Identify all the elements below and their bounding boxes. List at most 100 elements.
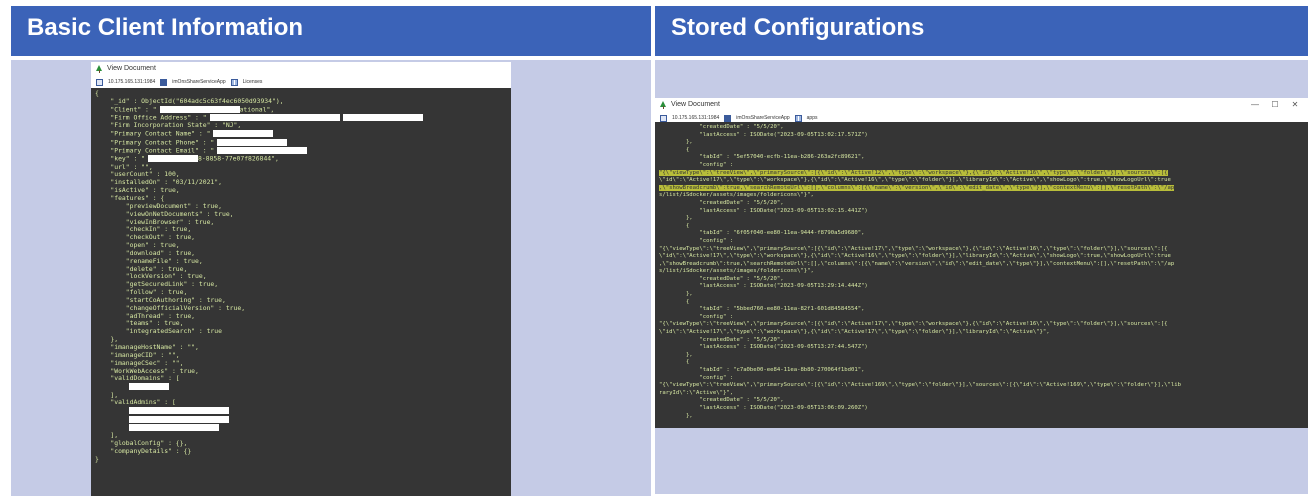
code-text: "lastAccess" : ISODate("2023-09-05T13:06… xyxy=(659,404,868,411)
code-line: s/list/iSdocker/assets/images/foldericon… xyxy=(659,268,1304,276)
code-text: "config" : xyxy=(659,313,734,320)
code-line: "createdDate" : "5/5/20", xyxy=(659,337,1304,345)
code-line: "tabId" : "5ef57040-ecfb-11ea-b286-263a2… xyxy=(659,154,1304,162)
code-text: "Primary Contact Phone" : " xyxy=(95,138,215,147)
code-text: "adThread" : true, xyxy=(95,311,196,320)
code-text: "userCount" : 100, xyxy=(95,170,180,179)
code-text: "validAdmins" : [ xyxy=(95,398,176,407)
code-text: "createdDate" : "5/5/20", xyxy=(659,397,784,404)
code-text: "checkIn" : true, xyxy=(95,225,192,234)
collection-icon xyxy=(794,114,802,122)
code-text: "createdDate" : "5/5/20", xyxy=(659,124,784,130)
code-line: { xyxy=(659,359,1304,367)
close-button[interactable]: ✕ xyxy=(1290,98,1300,112)
code-text: "viewInBrowser" : true, xyxy=(95,217,215,226)
code-line: \"id\":\"Active!17\",\"type\":\"workspac… xyxy=(659,329,1304,337)
code-line xyxy=(95,423,507,432)
document-json-viewer[interactable]: { "_id" : ObjectId("604adc5c63f4ec6050d9… xyxy=(91,88,511,496)
code-line: }, xyxy=(659,413,1304,421)
code-text: s/list/iSdocker/assets/images/foldericon… xyxy=(659,192,814,199)
code-line: "tabId" : "c7a0be00-ee84-11ea-8b80-27006… xyxy=(659,367,1304,375)
right-panel: View Document — ☐ ✕ 10.175.165.131:1984 … xyxy=(655,60,1308,494)
code-line: "Primary Contact Email" : " xyxy=(95,146,507,155)
code-text: "config" : xyxy=(659,374,734,381)
redaction-box xyxy=(209,114,340,122)
code-text: }, xyxy=(95,335,119,344)
tab-server[interactable]: 10.175.165.131:1984 xyxy=(108,79,155,85)
code-text: "isActive" : true, xyxy=(95,186,180,195)
code-text: "open" : true, xyxy=(95,241,180,250)
code-text: "tabId" : "5ef57040-ecfb-11ea-b286-263a2… xyxy=(659,154,865,161)
code-text: "getSecuredLink" : true, xyxy=(95,280,219,289)
code-line: "lastAccess" : ISODate("2023-09-05T13:06… xyxy=(659,405,1304,413)
code-text: ], xyxy=(95,431,119,440)
code-line: "createdDate" : "5/5/20", xyxy=(659,124,1304,132)
redaction-box xyxy=(128,383,169,391)
code-line: ,\"showBreadcrumb\":true,\"searchRemoteU… xyxy=(659,261,1304,269)
tab-server[interactable]: 10.175.165.131:1984 xyxy=(672,115,719,121)
code-text: "globalConfig" : {}, xyxy=(95,439,188,448)
code-text: "url" : "", xyxy=(95,162,153,171)
code-text: "Client" : " xyxy=(95,105,157,114)
tab-database[interactable]: imOnsShareServiceApp xyxy=(172,79,225,85)
redaction-box xyxy=(128,407,229,415)
window-controls: — ☐ ✕ xyxy=(1250,98,1308,112)
redaction-box xyxy=(342,114,423,122)
code-text: "lastAccess" : ISODate("2023-09-05T13:27… xyxy=(659,344,868,351)
code-text: "{\"viewType\":\"treeView\",\"primarySou… xyxy=(659,321,1168,328)
code-line: }, xyxy=(659,291,1304,299)
code-text: }, xyxy=(659,351,693,358)
code-text: }, xyxy=(659,215,693,222)
collection-icon xyxy=(230,78,238,86)
code-line: \"id\":\"Active!17\",\"type\":\"workspac… xyxy=(659,253,1304,261)
redaction-box xyxy=(213,130,274,138)
code-text: s/list/iSdocker/assets/images/foldericon… xyxy=(659,268,814,275)
redaction-box xyxy=(128,423,219,431)
code-text: { xyxy=(659,222,690,229)
code-line: { xyxy=(659,299,1304,307)
window-titlebar: View Document xyxy=(91,62,511,76)
code-line: "{\"viewType\":\"treeView\",\"primarySou… xyxy=(659,321,1304,329)
code-line: "createdDate" : "5/5/20", xyxy=(659,397,1304,405)
code-line: "tabId" : "6f05f040-ee80-11ea-9444-f8790… xyxy=(659,230,1304,238)
code-text: "imanageCSec" : "", xyxy=(95,358,184,367)
section-header-basic-client-info: Basic Client Information xyxy=(11,6,651,56)
code-line xyxy=(95,415,507,424)
tab-collection[interactable]: apps xyxy=(807,115,818,121)
window-title: View Document xyxy=(107,65,156,72)
tab-database[interactable]: imOnsShareServiceApp xyxy=(736,115,789,121)
code-text: }, xyxy=(659,291,693,298)
code-line: "lastAccess" : ISODate("2023-09-05T13:02… xyxy=(659,132,1304,140)
redaction-box xyxy=(159,105,240,113)
minimize-button[interactable]: — xyxy=(1250,98,1260,112)
code-text: "createdDate" : "5/5/20", xyxy=(659,199,784,206)
code-line: "config" : xyxy=(659,314,1304,322)
code-line: "integratedSearch" : true xyxy=(95,327,507,336)
code-text: "_id" : ObjectId("604adc5c63f4ec6050d939… xyxy=(95,96,284,105)
document-json-viewer[interactable]: "createdDate" : "5/5/20", "lastAccess" :… xyxy=(655,122,1308,428)
code-line: raryId\":\"Active\"}", xyxy=(659,390,1304,398)
code-line: "lastAccess" : ISODate("2023-09-05T13:27… xyxy=(659,344,1304,352)
server-icon xyxy=(96,78,103,86)
code-text: "tabId" : "c7a0be00-ee84-11ea-8b80-27006… xyxy=(659,367,865,373)
code-text: "renameFile" : true, xyxy=(95,256,203,265)
code-text: "imanageHostName" : "", xyxy=(95,343,199,351)
code-text: "validDomains" : [ xyxy=(95,374,180,383)
code-text-suffix: ational", xyxy=(239,105,275,114)
code-text: }, xyxy=(659,139,693,146)
tab-collection[interactable]: Licenses xyxy=(243,79,263,85)
redaction-box xyxy=(148,155,199,163)
code-line: } xyxy=(95,455,507,464)
code-text: "integratedSearch" : true xyxy=(95,327,222,336)
code-text: "Firm Office Address" : " xyxy=(95,113,207,122)
code-text: { xyxy=(95,89,99,97)
code-line: "config" : xyxy=(659,162,1304,170)
code-text: "lastAccess" : ISODate("2023-09-05T13:02… xyxy=(659,131,868,138)
code-text: ,\"showBreadcrumb\":true,\"searchRemoteU… xyxy=(659,260,1175,267)
database-icon xyxy=(724,114,732,122)
maximize-button[interactable]: ☐ xyxy=(1270,98,1280,112)
code-text: ,\"showBreadcrumb\":true,\"searchRemoteU… xyxy=(659,184,1175,191)
